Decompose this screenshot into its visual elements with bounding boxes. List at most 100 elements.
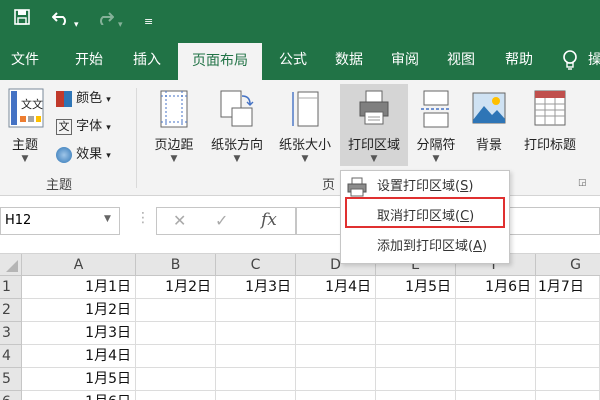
- cell-empty[interactable]: [456, 322, 536, 345]
- column-header-g[interactable]: G: [536, 254, 600, 276]
- tell-me-text[interactable]: 操: [588, 40, 600, 80]
- tab-insert[interactable]: 插入: [122, 40, 172, 80]
- margins-button[interactable]: 页边距 ▼: [146, 86, 202, 166]
- tab-help[interactable]: 帮助: [494, 40, 544, 80]
- tab-file[interactable]: 文件: [0, 40, 50, 80]
- chevron-down-icon: ▼: [233, 154, 241, 164]
- cell-empty[interactable]: [456, 368, 536, 391]
- cell-empty[interactable]: [456, 299, 536, 322]
- cell-empty[interactable]: [296, 299, 376, 322]
- orientation-button[interactable]: 纸张方向 ▼: [204, 86, 270, 166]
- dialog-launcher-icon[interactable]: ◲: [578, 178, 587, 188]
- row-header-2[interactable]: 2: [0, 299, 22, 322]
- cell-empty[interactable]: [136, 299, 216, 322]
- background-label: 背景: [475, 138, 502, 153]
- set-print-area-label: 设置打印区域(: [377, 179, 461, 194]
- themes-button[interactable]: 文文 主题 ▼: [2, 86, 48, 166]
- save-icon[interactable]: [14, 9, 30, 31]
- cell-empty[interactable]: [456, 391, 536, 400]
- chevron-down-icon[interactable]: ▼: [104, 214, 111, 224]
- print-titles-button[interactable]: 打印标题: [514, 86, 586, 166]
- undo-dropdown-icon[interactable]: ▾: [74, 14, 79, 36]
- print-titles-icon: [534, 90, 566, 130]
- column-header-b[interactable]: B: [136, 254, 216, 276]
- lightbulb-icon[interactable]: [562, 50, 578, 74]
- row-header-5[interactable]: 5: [0, 368, 22, 391]
- cell-empty[interactable]: [536, 368, 600, 391]
- column-header-c[interactable]: C: [216, 254, 296, 276]
- cell-a6[interactable]: 1月6日: [22, 391, 136, 400]
- breaks-button[interactable]: 分隔符 ▼: [408, 86, 464, 166]
- colors-label: 颜色: [76, 91, 103, 106]
- cell-empty[interactable]: [296, 368, 376, 391]
- cell-empty[interactable]: [296, 391, 376, 400]
- cell-empty[interactable]: [536, 391, 600, 400]
- name-box[interactable]: H12: [0, 207, 120, 235]
- cell-f1[interactable]: 1月6日: [456, 276, 536, 299]
- cell-empty[interactable]: [376, 368, 456, 391]
- row-header-6[interactable]: 6: [0, 391, 22, 400]
- cell-empty[interactable]: [376, 391, 456, 400]
- row-header-3[interactable]: 3: [0, 322, 22, 345]
- cell-empty[interactable]: [136, 368, 216, 391]
- cell-a5[interactable]: 1月5日: [22, 368, 136, 391]
- cell-b1[interactable]: 1月2日: [136, 276, 216, 299]
- chevron-down-icon: ▼: [301, 154, 309, 164]
- tab-view[interactable]: 视图: [436, 40, 486, 80]
- cell-empty[interactable]: [216, 368, 296, 391]
- cell-c1[interactable]: 1月3日: [216, 276, 296, 299]
- cell-empty[interactable]: [296, 345, 376, 368]
- cell-empty[interactable]: [136, 391, 216, 400]
- cell-empty[interactable]: [376, 322, 456, 345]
- cell-empty[interactable]: [536, 345, 600, 368]
- cell-empty[interactable]: [376, 345, 456, 368]
- cell-a2[interactable]: 1月2日: [22, 299, 136, 322]
- cell-empty[interactable]: [536, 299, 600, 322]
- size-button[interactable]: 纸张大小 ▼: [272, 86, 338, 166]
- check-icon[interactable]: ✓: [215, 211, 228, 230]
- add-to-print-area-item[interactable]: 添加到打印区域(A): [341, 233, 509, 261]
- function-icon[interactable]: fx: [261, 210, 277, 230]
- cell-e1[interactable]: 1月5日: [376, 276, 456, 299]
- customize-qat-icon[interactable]: ≡: [144, 11, 153, 33]
- cell-empty[interactable]: [216, 299, 296, 322]
- colors-icon: [56, 90, 72, 107]
- undo-icon[interactable]: [51, 9, 70, 31]
- cell-a1[interactable]: 1月1日: [22, 276, 136, 299]
- chevron-down-icon: ▼: [432, 154, 440, 164]
- background-button[interactable]: 背景: [466, 86, 512, 166]
- column-header-a[interactable]: A: [22, 254, 136, 276]
- add-to-print-area-shortcut: A: [473, 239, 482, 254]
- print-area-button[interactable]: 打印区域 ▼: [340, 84, 408, 166]
- cell-empty[interactable]: [216, 322, 296, 345]
- colors-button[interactable]: 颜色 ▾: [56, 88, 111, 110]
- cell-empty[interactable]: [216, 391, 296, 400]
- highlight-box: [345, 197, 505, 228]
- row-header-4[interactable]: 4: [0, 345, 22, 368]
- cell-empty[interactable]: [456, 345, 536, 368]
- effects-label: 效果: [76, 147, 103, 162]
- ribbon: 文文 主题 ▼ 颜色 ▾ 文 字体 ▾ 效果 ▾ 主题 页边距 ▼ 纸张方向 ▼: [0, 80, 600, 196]
- tab-data[interactable]: 数据: [324, 40, 374, 80]
- cell-a3[interactable]: 1月3日: [22, 322, 136, 345]
- select-all-corner[interactable]: [0, 254, 22, 276]
- cell-empty[interactable]: [136, 322, 216, 345]
- tab-page-layout[interactable]: 页面布局: [178, 43, 262, 80]
- cell-empty[interactable]: [136, 345, 216, 368]
- cancel-icon[interactable]: ✕: [173, 211, 186, 230]
- fonts-label: 字体: [76, 119, 103, 134]
- cell-empty[interactable]: [296, 322, 376, 345]
- tab-formulas[interactable]: 公式: [268, 40, 318, 80]
- orientation-icon: [220, 90, 254, 132]
- cell-empty[interactable]: [376, 299, 456, 322]
- cell-g1[interactable]: 1月7日: [536, 276, 600, 299]
- fonts-button[interactable]: 文 字体 ▾: [56, 116, 111, 138]
- cell-empty[interactable]: [536, 322, 600, 345]
- cell-empty[interactable]: [216, 345, 296, 368]
- cell-a4[interactable]: 1月4日: [22, 345, 136, 368]
- effects-button[interactable]: 效果 ▾: [56, 144, 111, 166]
- tab-review[interactable]: 审阅: [380, 40, 430, 80]
- tab-home[interactable]: 开始: [64, 40, 114, 80]
- cell-d1[interactable]: 1月4日: [296, 276, 376, 299]
- row-header-1[interactable]: 1: [0, 276, 22, 299]
